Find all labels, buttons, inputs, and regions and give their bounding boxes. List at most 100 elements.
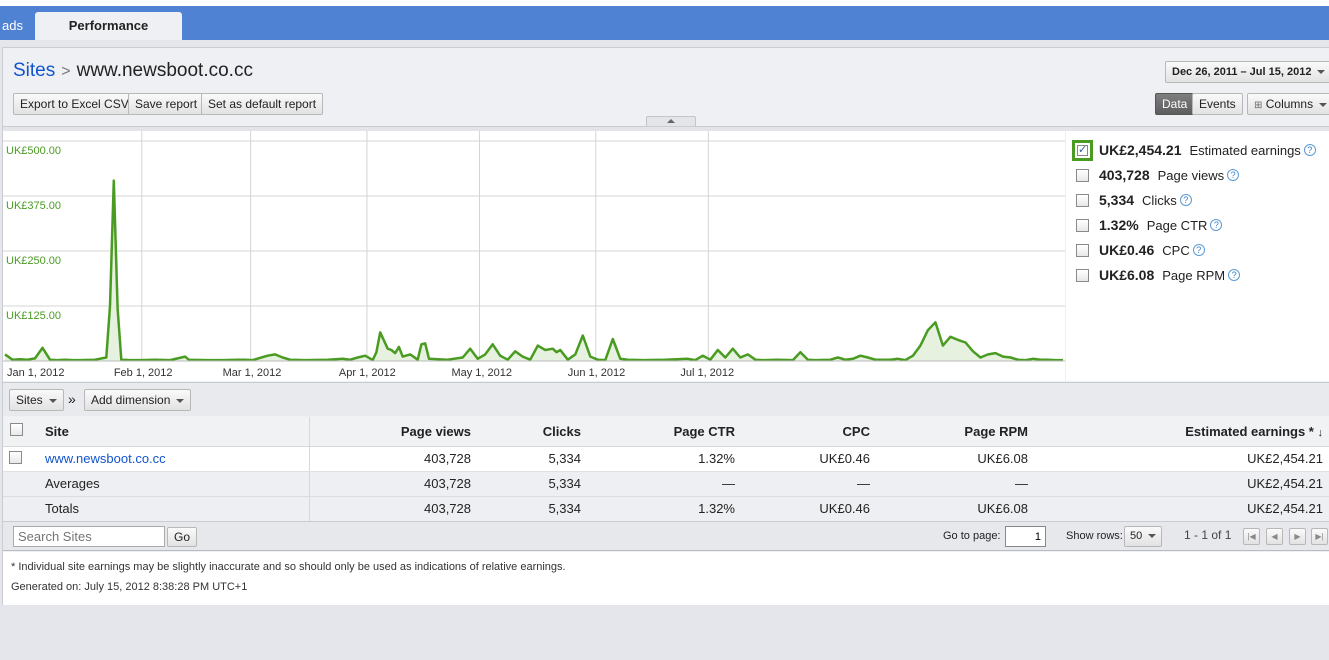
table-footer-bar: Go Go to page: Show rows: 50 1 - 1 of 1 … [3, 521, 1329, 551]
columns-icon: ⊞ [1254, 100, 1263, 111]
save-report-button[interactable]: Save report [128, 93, 205, 115]
metric-checkbox[interactable] [1076, 268, 1089, 282]
averages-cpc: — [741, 471, 876, 497]
averages-estimated-earnings: UK£2,454.21 [1034, 471, 1329, 497]
cell-estimated-earnings: UK£2,454.21 [1034, 446, 1329, 472]
metrics-legend: ✓ UK£2,454.21 Estimated earnings? 403,728 Pa… [1066, 131, 1329, 381]
data-view-button[interactable]: Data [1155, 93, 1195, 115]
search-sites-input[interactable] [13, 526, 165, 547]
averages-row: Averages 403,728 5,334 — — — UK£2,454.21 [3, 471, 1329, 497]
earnings-area [5, 180, 1063, 361]
sites-dimension-dropdown[interactable]: Sites [9, 389, 64, 411]
help-icon[interactable]: ? [1303, 144, 1316, 156]
earnings-line [4, 179, 1063, 362]
help-icon[interactable]: ? [1228, 269, 1241, 281]
averages-spacer [3, 471, 39, 497]
totals-clicks: 5,334 [477, 496, 587, 522]
metric-value: UK£0.46 [1099, 242, 1155, 258]
dimension-bar: Sites » Add dimension [3, 382, 1329, 416]
add-dimension-dropdown[interactable]: Add dimension [84, 389, 192, 411]
previous-page-icon[interactable]: ◀ [1266, 528, 1283, 545]
events-view-button[interactable]: Events [1192, 93, 1243, 115]
metric-value: UK£2,454.21 [1099, 142, 1182, 158]
earnings-chart-svg: UK£500.00 UK£375.00 UK£250.00 UK£125.00 Jan … [3, 131, 1065, 379]
site-link[interactable]: www.newsboot.co.cc [45, 451, 166, 466]
columns-label: Columns [1265, 97, 1314, 111]
rows-per-page-value: 50 [1130, 530, 1143, 542]
column-header-estimated-earnings[interactable]: Estimated earnings * ↓ [1034, 417, 1329, 447]
report-notes: * Individual site earnings may be slight… [3, 552, 1329, 605]
y-tick-label: UK£250.00 [6, 255, 61, 267]
breadcrumb-sites-link[interactable]: Sites [13, 60, 55, 81]
chevron-down-icon [48, 398, 57, 403]
tab-ads[interactable]: ads [0, 12, 31, 40]
set-default-report-button[interactable]: Set as default report [201, 93, 324, 115]
tab-performance-reports[interactable]: Performance reports [35, 12, 182, 61]
breadcrumb-separator: > [61, 63, 71, 80]
cell-page-rpm: UK£6.08 [876, 446, 1034, 472]
cell-page-views: 403,728 [309, 446, 477, 472]
metric-value: 1.32% [1099, 217, 1139, 233]
select-all-checkbox[interactable] [9, 423, 23, 437]
show-rows-label: Show rows: [1066, 530, 1123, 542]
averages-label: Averages [39, 471, 310, 497]
sort-descending-icon: ↓ [1317, 426, 1324, 439]
next-page-icon[interactable]: ▶ [1289, 528, 1306, 545]
date-range-dropdown[interactable]: Dec 26, 2011 – Jul 15, 2012 [1165, 61, 1329, 83]
column-header-page-ctr[interactable]: Page CTR [587, 417, 741, 447]
metric-checkbox[interactable]: ✓ [1072, 139, 1093, 161]
site-link-cell: www.newsboot.co.cc [39, 446, 310, 472]
metric-label: Clicks [1142, 192, 1177, 208]
earnings-chart: UK£500.00 UK£375.00 UK£250.00 UK£125.00 Jan … [3, 131, 1065, 381]
metric-clicks: 5,334 Clicks? [1076, 189, 1192, 211]
totals-spacer [3, 496, 39, 522]
x-tick-label: Jan 1, 2012 [7, 367, 65, 379]
first-page-icon[interactable]: |◀ [1243, 528, 1260, 545]
column-header-page-rpm[interactable]: Page RPM [876, 417, 1034, 447]
column-header-clicks[interactable]: Clicks [477, 417, 587, 447]
column-header-cpc[interactable]: CPC [741, 417, 876, 447]
breadcrumb: Sites > www.newsboot.co.cc [13, 60, 253, 82]
metric-checkbox[interactable] [1076, 168, 1089, 182]
chevron-down-icon [1317, 70, 1326, 75]
cell-page-ctr: 1.32% [587, 446, 741, 472]
help-icon[interactable]: ? [1192, 244, 1205, 256]
help-icon[interactable]: ? [1210, 219, 1223, 231]
metric-checkbox[interactable] [1076, 218, 1089, 232]
metric-label: Estimated earnings [1189, 142, 1301, 158]
metric-checkbox[interactable] [1076, 193, 1089, 207]
row-checkbox[interactable] [9, 450, 22, 464]
add-dimension-label: Add dimension [91, 393, 171, 407]
page-title: www.newsboot.co.cc [76, 60, 253, 81]
search-go-button[interactable]: Go [167, 527, 198, 547]
totals-row: Totals 403,728 5,334 1.32% UK£0.46 UK£6.… [3, 496, 1329, 522]
sites-dimension-label: Sites [16, 393, 43, 407]
totals-page-ctr: 1.32% [587, 496, 741, 522]
table-row: www.newsboot.co.cc 403,728 5,334 1.32% U… [3, 446, 1329, 472]
export-csv-button[interactable]: Export to Excel CSV [13, 93, 136, 115]
averages-clicks: 5,334 [477, 471, 587, 497]
metric-checkbox[interactable] [1076, 243, 1089, 257]
help-icon[interactable]: ? [1227, 169, 1240, 181]
metric-value: 5,334 [1099, 192, 1135, 208]
metric-label: Page RPM [1162, 267, 1226, 283]
column-header-page-views[interactable]: Page views [309, 417, 477, 447]
row-select-cell [3, 446, 39, 472]
goto-page-input[interactable] [1005, 526, 1046, 547]
metric-label: Page CTR [1146, 217, 1208, 233]
x-tick-label: Jun 1, 2012 [568, 367, 626, 379]
cell-cpc: UK£0.46 [741, 446, 876, 472]
averages-page-views: 403,728 [309, 471, 477, 497]
columns-dropdown[interactable]: ⊞ Columns [1247, 93, 1329, 115]
generated-timestamp: Generated on: July 15, 2012 8:38:28 PM U… [11, 581, 248, 593]
rows-per-page-dropdown[interactable]: 50 [1124, 526, 1163, 547]
column-header-site[interactable]: Site [39, 417, 310, 447]
x-tick-label: Feb 1, 2012 [114, 367, 173, 379]
chart-collapse-handle[interactable] [646, 116, 696, 126]
help-icon[interactable]: ? [1179, 194, 1192, 206]
totals-page-views: 403,728 [309, 496, 477, 522]
totals-cpc: UK£0.46 [741, 496, 876, 522]
x-tick-label: Jul 1, 2012 [680, 367, 734, 379]
last-page-icon[interactable]: ▶| [1311, 528, 1328, 545]
y-tick-label: UK£500.00 [6, 145, 61, 157]
